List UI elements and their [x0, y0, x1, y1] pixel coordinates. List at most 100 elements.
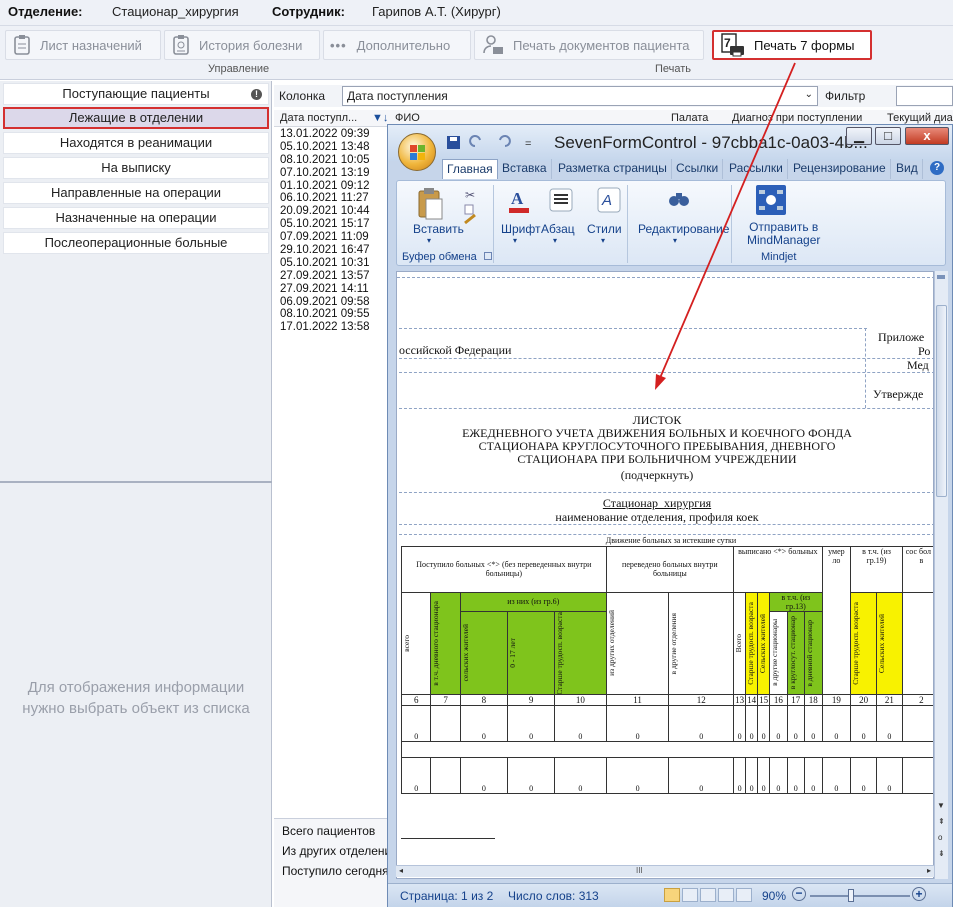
- paragraph-button[interactable]: Абзац: [541, 222, 575, 236]
- col-header-date[interactable]: Дата поступл...: [280, 112, 357, 124]
- col-header-current-diagnosis[interactable]: Текущий диа: [887, 112, 953, 124]
- category-inpatients[interactable]: Лежащие в отделении: [3, 107, 269, 129]
- paragraph-icon: [549, 188, 573, 212]
- help-icon[interactable]: ?: [930, 161, 944, 175]
- prescriptions-button[interactable]: Лист назначений: [5, 30, 161, 60]
- mindmanager-label: MindManager: [747, 233, 821, 247]
- admission-date-cell[interactable]: 08.10.2021 09:55: [280, 308, 390, 321]
- column-number: 12: [668, 694, 735, 707]
- admission-date-cell[interactable]: 07.10.2021 13:19: [280, 167, 390, 180]
- status-page: Страница: 1 из 2: [400, 889, 494, 903]
- table-cell: 0: [821, 705, 852, 743]
- admission-date-cell[interactable]: 27.09.2021 13:57: [280, 270, 390, 283]
- horizontal-scrollbar[interactable]: ◂ III ▸: [396, 865, 934, 877]
- admission-date-cell[interactable]: 29.10.2021 16:47: [280, 244, 390, 257]
- category-incoming[interactable]: Поступающие пациенты!: [3, 83, 269, 105]
- svg-text:✂: ✂: [465, 188, 475, 202]
- admission-date-cell[interactable]: 01.10.2021 09:12: [280, 180, 390, 193]
- redo-icon[interactable]: [498, 134, 516, 150]
- patient-categories-panel: Поступающие пациенты! Лежащие в отделени…: [0, 81, 272, 907]
- binoculars-icon: [669, 193, 689, 206]
- th-to-other: в другие отделения: [668, 591, 735, 696]
- svg-text:7: 7: [724, 36, 731, 50]
- tab-insert[interactable]: Вставка: [498, 159, 552, 179]
- font-button[interactable]: Шрифт: [501, 222, 540, 236]
- admission-date-cell[interactable]: 13.01.2022 09:39: [280, 128, 390, 141]
- summary-from-other: Из других отделени: [282, 844, 392, 858]
- admission-date-cell[interactable]: 20.09.2021 10:44: [280, 205, 390, 218]
- print-layout-icon[interactable]: [664, 888, 680, 902]
- group-label-manage: Управление: [208, 63, 270, 75]
- minimize-button[interactable]: ▁: [846, 127, 872, 145]
- tab-page-layout[interactable]: Разметка страницы: [554, 159, 672, 179]
- draft-icon[interactable]: [736, 888, 752, 902]
- col-header-diagnosis[interactable]: Диагноз при поступлении: [732, 112, 862, 124]
- col-header-ward[interactable]: Палата: [671, 112, 708, 124]
- col-header-fio[interactable]: ФИО: [395, 112, 420, 124]
- tab-mailings[interactable]: Рассылки: [725, 159, 788, 179]
- print-form7-button[interactable]: 7 Печать 7 формы: [712, 30, 872, 60]
- clipboard-group-label: Буфер обмена: [402, 251, 477, 263]
- tab-references[interactable]: Ссылки: [672, 159, 724, 179]
- ribbon: ✂ Вставить ▾ A Шрифт ▾ Абзац ▾ A Стили ▾…: [396, 180, 946, 266]
- more-button[interactable]: ••• Дополнительно: [323, 30, 471, 60]
- federation-text: оссийской Федерации: [399, 343, 512, 357]
- movement-caption: Движение больных за истекшие сутки: [605, 536, 737, 546]
- history-button[interactable]: История болезни: [164, 30, 320, 60]
- vertical-scrollbar[interactable]: ▼ ⇞ o ⇟: [934, 271, 948, 879]
- admission-date-cell[interactable]: 06.09.2021 09:58: [280, 296, 390, 309]
- admission-date-cell[interactable]: 08.10.2021 10:05: [280, 154, 390, 167]
- undo-icon[interactable]: [469, 134, 487, 150]
- zoom-slider[interactable]: [810, 895, 910, 897]
- admission-date-cell[interactable]: 05.10.2021 10:31: [280, 257, 390, 270]
- sort-filter-icon[interactable]: ▼↓: [372, 112, 388, 124]
- table-cell: 0: [745, 705, 759, 743]
- filter-input[interactable]: [896, 86, 953, 106]
- department-label: Отделение:: [8, 4, 83, 19]
- document-page[interactable]: Приложе Ро оссийской Федерации Мед Утвер…: [396, 271, 934, 879]
- svg-text:A: A: [511, 189, 524, 208]
- status-word-count: Число слов: 313: [508, 889, 599, 903]
- zoom-in-icon[interactable]: +: [912, 887, 926, 901]
- full-screen-icon[interactable]: [682, 888, 698, 902]
- category-discharge[interactable]: На выписку: [3, 157, 269, 179]
- admission-date-cell[interactable]: 07.09.2021 11:09: [280, 231, 390, 244]
- office-logo-icon: [410, 145, 425, 160]
- paste-button[interactable]: Вставить: [413, 222, 464, 236]
- category-scheduled-surgery[interactable]: Назначенные на операции: [3, 207, 269, 229]
- admission-date-cell[interactable]: 05.10.2021 15:17: [280, 218, 390, 231]
- category-referred-surgery[interactable]: Направленные на операции: [3, 182, 269, 204]
- admission-date-cell[interactable]: 17.01.2022 13:58: [280, 321, 390, 334]
- admission-date-cell[interactable]: 05.10.2021 13:48: [280, 141, 390, 154]
- zoom-slider-thumb[interactable]: [848, 889, 854, 902]
- editing-button[interactable]: Редактирование: [638, 222, 729, 236]
- filter-label: Фильтр: [825, 89, 866, 103]
- mindmanager-icon: [756, 185, 786, 215]
- close-button[interactable]: x: [905, 127, 949, 145]
- admission-date-cell[interactable]: 27.09.2021 14:11: [280, 283, 390, 296]
- save-icon[interactable]: [445, 134, 461, 150]
- styles-button[interactable]: Стили: [587, 222, 622, 236]
- scroll-thumb[interactable]: [936, 305, 947, 497]
- dialog-launcher-icon[interactable]: [484, 252, 492, 260]
- table-cell: 0: [733, 705, 747, 743]
- zoom-out-icon[interactable]: −: [792, 887, 806, 901]
- th-of-them: из них (из гр.6): [459, 591, 607, 612]
- tab-review[interactable]: Рецензирование: [789, 159, 891, 179]
- outline-icon[interactable]: [718, 888, 734, 902]
- view-buttons: [664, 888, 754, 903]
- category-icu[interactable]: Находятся в реанимации: [3, 132, 269, 154]
- panel-splitter[interactable]: [0, 481, 272, 483]
- send-to-mindmanager-button[interactable]: Отправить в MindManager: [747, 221, 820, 247]
- category-postop[interactable]: Послеоперационные больные: [3, 232, 269, 254]
- tab-home[interactable]: Главная: [442, 159, 498, 179]
- web-layout-icon[interactable]: [700, 888, 716, 902]
- admission-date-cell[interactable]: 06.10.2021 11:27: [280, 192, 390, 205]
- maximize-button[interactable]: □: [875, 127, 901, 145]
- print-patient-docs-button[interactable]: Печать документов пациента: [474, 30, 704, 60]
- column-select[interactable]: Дата поступления ⌄: [342, 86, 818, 106]
- table-cell: 0: [400, 705, 432, 743]
- tab-view[interactable]: Вид: [892, 159, 923, 179]
- zoom-level[interactable]: 90%: [762, 889, 786, 903]
- office-button[interactable]: [398, 133, 436, 171]
